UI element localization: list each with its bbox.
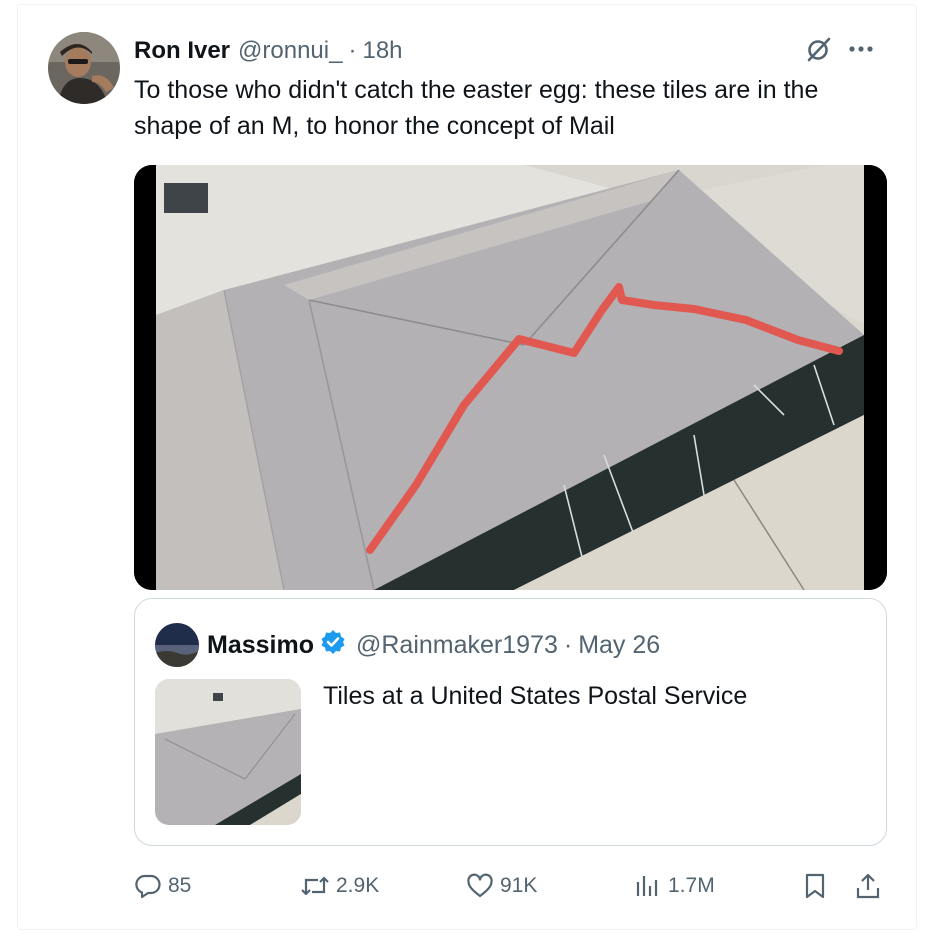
more-icon[interactable] [848, 45, 874, 53]
like-button[interactable]: 91K [466, 866, 537, 906]
quote-date[interactable]: May 26 [578, 631, 660, 660]
action-bar: 85 2.9K 91K 1.7M [134, 866, 890, 906]
author-avatar[interactable] [48, 32, 120, 104]
quoted-tweet[interactable]: Massimo @Rainmaker1973 · May 26 Tiles at… [134, 598, 887, 846]
repost-button[interactable]: 2.9K [300, 866, 379, 906]
author-name[interactable]: Ron Iver [134, 37, 230, 65]
quote-separator-dot: · [563, 630, 573, 659]
bookmark-icon [802, 872, 828, 900]
separator-dot: · [348, 37, 357, 64]
share-button[interactable] [854, 866, 882, 906]
reply-icon [134, 872, 162, 900]
share-icon [854, 872, 882, 900]
reply-button[interactable]: 85 [134, 866, 191, 906]
quote-author-handle[interactable]: @Rainmaker1973 [356, 631, 558, 660]
bookmark-button[interactable] [802, 866, 828, 906]
verified-badge-icon [320, 629, 346, 662]
author-handle[interactable]: @ronnui_ [238, 37, 342, 65]
views-button[interactable]: 1.7M [634, 866, 715, 906]
tweet-image[interactable] [134, 165, 887, 590]
quote-thumbnail[interactable] [155, 679, 301, 825]
tweet-text: To those who didn't catch the easter egg… [134, 76, 819, 140]
like-icon [466, 872, 494, 900]
quote-text: Tiles at a United States Postal Service [323, 682, 748, 710]
repost-icon [300, 872, 330, 900]
grok-icon[interactable] [806, 36, 832, 62]
quote-author-name[interactable]: Massimo [207, 631, 314, 660]
tweet-time[interactable]: 18h [362, 37, 402, 65]
views-icon [634, 872, 662, 900]
like-count: 91K [500, 874, 538, 897]
reply-count: 85 [168, 874, 192, 897]
quote-author-avatar[interactable] [155, 623, 199, 667]
repost-count: 2.9K [336, 874, 380, 897]
views-count: 1.7M [668, 874, 715, 897]
